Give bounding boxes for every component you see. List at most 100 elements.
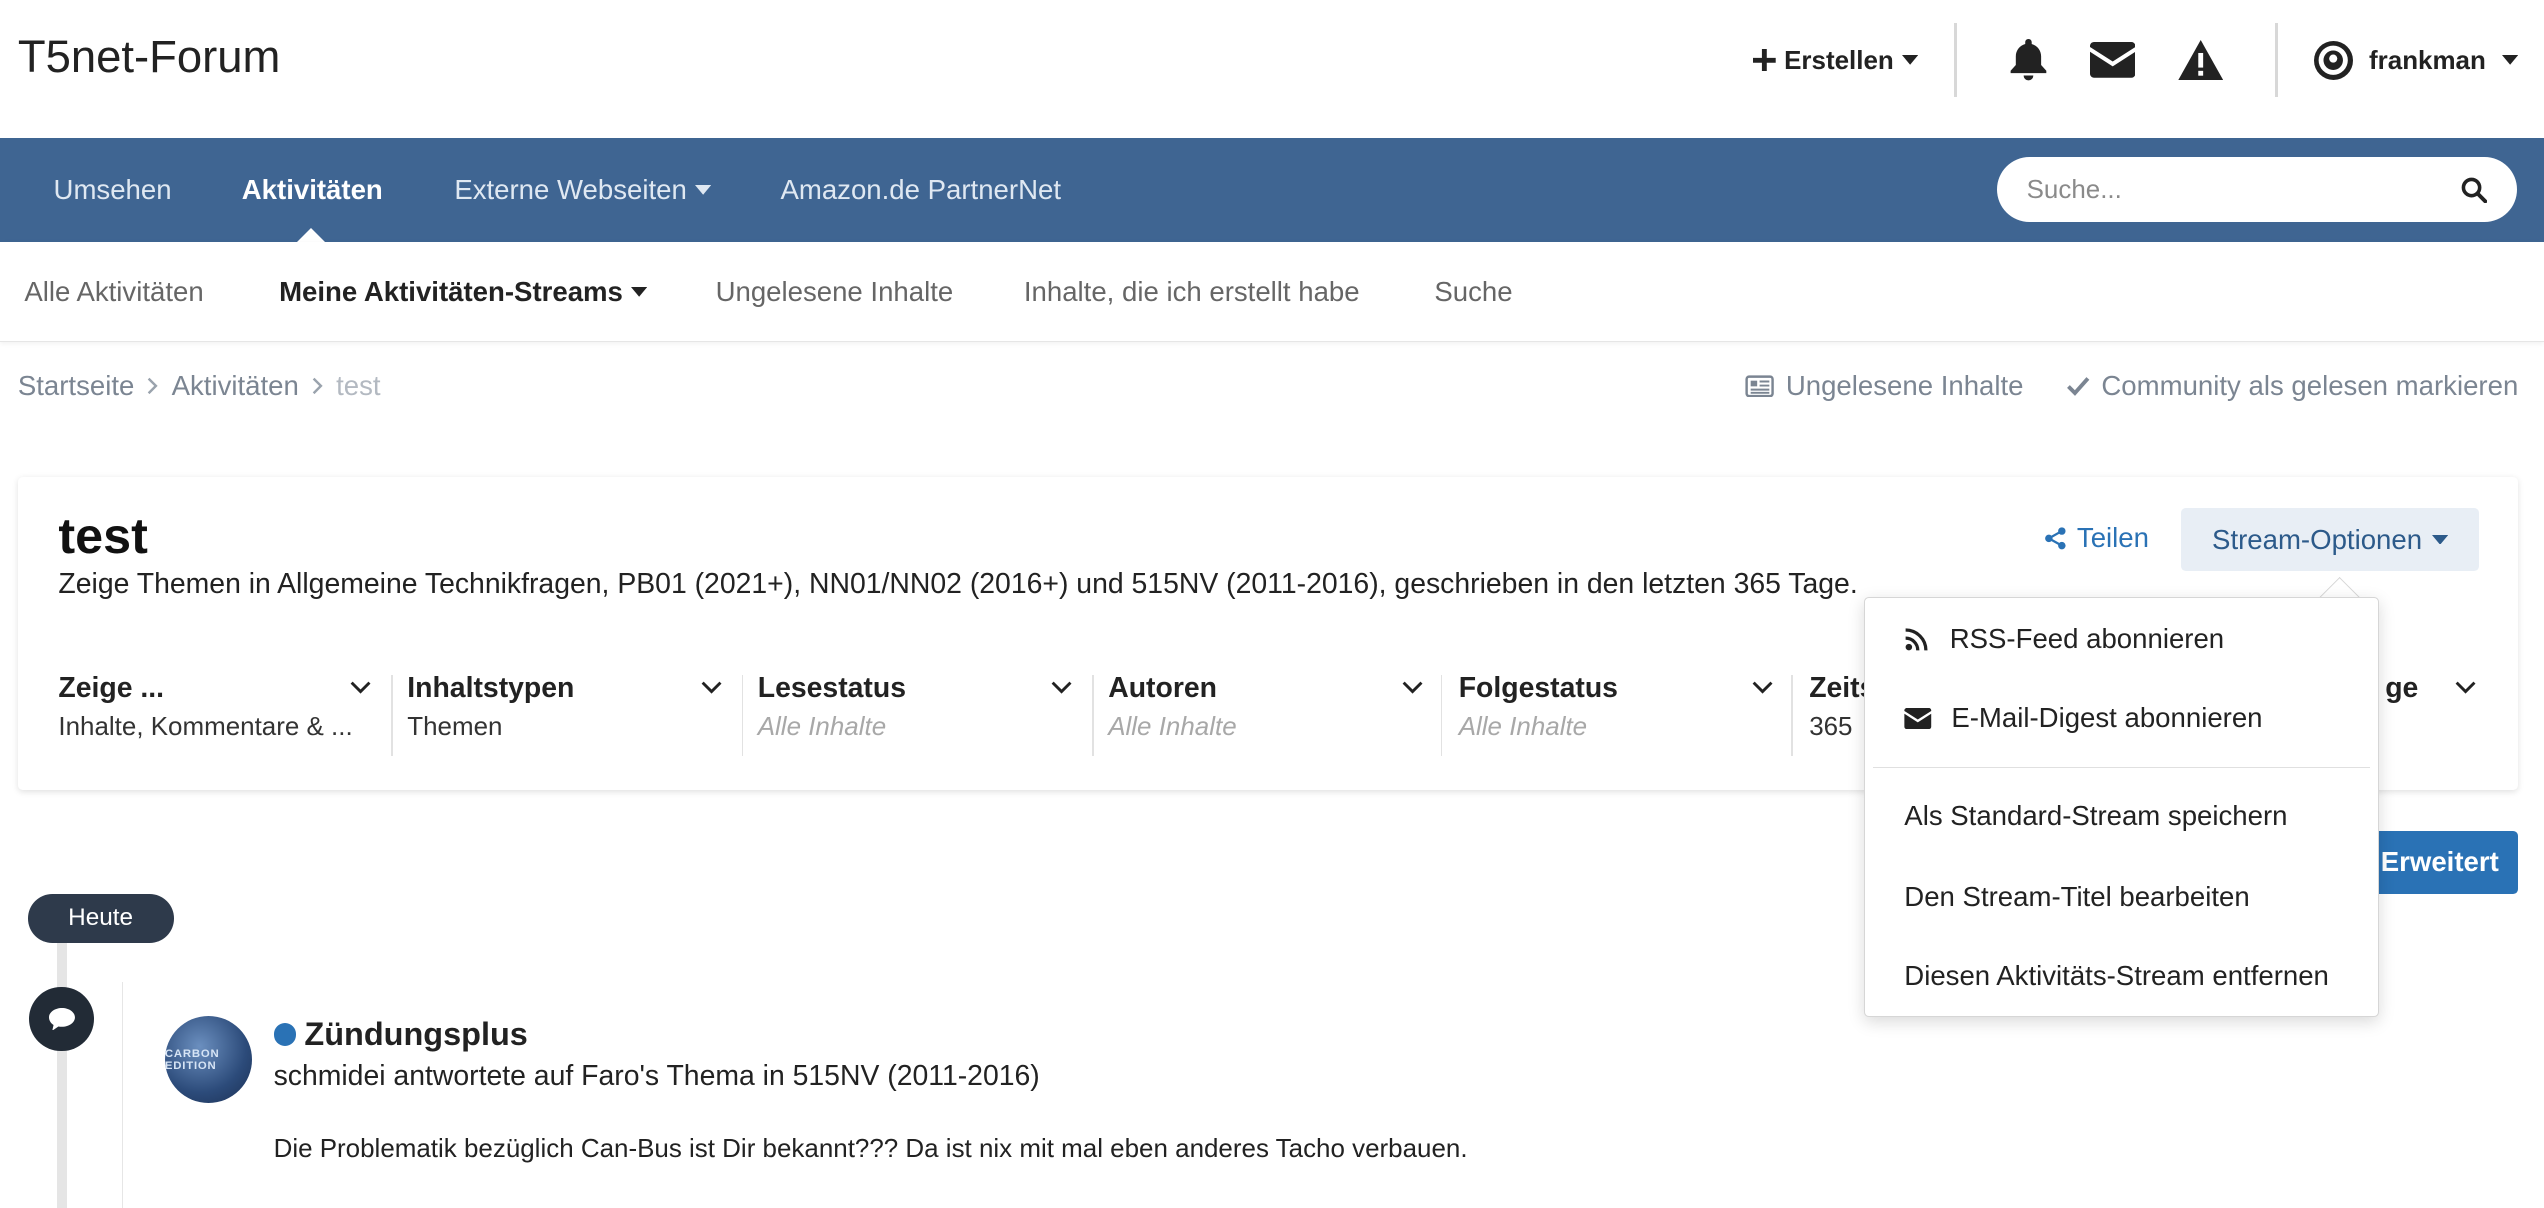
filter-folgestatus[interactable]: Folgestatus Alle Inhalte — [1418, 672, 1791, 756]
search-input[interactable] — [2026, 174, 2462, 206]
envelope-icon — [2090, 42, 2136, 78]
breadcrumb-item[interactable]: Aktivitäten — [172, 370, 299, 402]
stream-description: Zeige Themen in Allgemeine Technikfragen… — [58, 567, 1858, 600]
caret-down-icon — [1901, 55, 1919, 65]
nav-item-externe-webseiten[interactable]: Externe Webseiten — [454, 138, 712, 242]
rss-icon — [1905, 628, 1928, 651]
chevron-right-icon — [312, 377, 323, 395]
chevron-down-icon — [2455, 682, 2476, 695]
caret-down-icon — [2502, 55, 2519, 65]
filter-title: Folgestatus — [1458, 671, 1618, 704]
share-label: Teilen — [2076, 522, 2149, 554]
filter-title: ge — [2385, 671, 2419, 704]
activity-snippet: Die Problematik bezüglich Can-Bus ist Di… — [273, 1132, 1468, 1163]
caret-down-icon — [694, 184, 712, 195]
filter-value: Alle Inhalte — [1458, 711, 1588, 742]
newspaper-icon — [1745, 374, 1775, 397]
check-icon — [2066, 377, 2090, 396]
envelope-icon — [1904, 707, 1932, 729]
filter-autoren[interactable]: Autoren Alle Inhalte — [1068, 672, 1441, 756]
header-divider — [1953, 22, 1957, 98]
header-actions: Erstellen frankman — [1753, 0, 2519, 120]
subnav-item-label: Meine Aktivitäten-Streams — [279, 275, 623, 307]
stream-options-menu: RSS-Feed abonnieren E-Mail-Digest abonni… — [1864, 597, 2379, 1018]
breadcrumb-actions: Ungelesene Inhalte Community als gelesen… — [1745, 370, 2518, 402]
warning-icon — [2177, 39, 2224, 81]
nav-item-label: Externe Webseiten — [454, 173, 687, 205]
menu-item-delete-stream[interactable]: Diesen Aktivitäts-Stream entfernen — [1865, 944, 2379, 1009]
filter-title: Inhaltstypen — [407, 671, 575, 704]
sub-nav: Alle Aktivitäten Meine Aktivitäten-Strea… — [0, 241, 2544, 343]
avatar — [2313, 40, 2353, 80]
filter-value: Themen — [407, 711, 503, 742]
subnav-item-suche[interactable]: Suche — [1434, 242, 1512, 343]
subnav-item-ungelesene-inhalte[interactable]: Ungelesene Inhalte — [716, 242, 954, 343]
advanced-label: Erweitert — [2380, 846, 2499, 878]
author-avatar[interactable]: CARBON EDITION — [164, 1015, 253, 1104]
filter-inhaltstypen[interactable]: Inhaltstypen Themen — [367, 672, 740, 756]
site-header: T5net-Forum Erstellen frankman — [0, 0, 2544, 138]
bell-icon — [2010, 38, 2047, 81]
menu-item-save-default[interactable]: Als Standard-Stream speichern — [1865, 783, 2379, 848]
search-box — [1997, 157, 2517, 223]
nav-item-umsehen[interactable]: Umsehen — [54, 138, 172, 242]
warnings-button[interactable] — [2177, 39, 2224, 81]
username: frankman — [2369, 44, 2486, 75]
menu-divider — [1873, 766, 2370, 769]
filter-title: Zeige ... — [58, 671, 165, 704]
filter-zeige[interactable]: Zeige ... Inhalte, Kommentare & ... — [18, 672, 391, 756]
caret-down-icon — [631, 287, 648, 297]
avatar-text: CARBON EDITION — [164, 1047, 220, 1072]
filter-value: Alle Inhalte — [757, 711, 887, 742]
messages-button[interactable] — [2090, 42, 2136, 78]
unread-content-label: Ungelesene Inhalte — [1785, 369, 2024, 401]
filter-title: Autoren — [1108, 671, 1217, 704]
search-icon[interactable] — [2461, 177, 2488, 203]
stream-options-label: Stream-Optionen — [2212, 523, 2423, 555]
stream-options-button[interactable]: Stream-Optionen — [2180, 507, 2480, 572]
unread-indicator — [273, 1022, 297, 1046]
filter-value: Alle Inhalte — [1108, 711, 1237, 742]
today-badge: Heute — [27, 894, 174, 943]
menu-item-email-digest[interactable]: E-Mail-Digest abonnieren — [1865, 686, 2379, 751]
chevron-right-icon — [148, 377, 158, 395]
share-icon — [2045, 527, 2067, 550]
subnav-item-alle-aktivitaeten[interactable]: Alle Aktivitäten — [24, 242, 203, 343]
main-nav: Umsehen Aktivitäten Externe Webseiten Am… — [0, 137, 2544, 242]
site-logo[interactable]: T5net-Forum — [18, 31, 281, 83]
page-title: test — [58, 507, 148, 565]
user-menu[interactable]: frankman — [2313, 40, 2519, 80]
timeline-line — [56, 941, 67, 1208]
subnav-item-meine-inhalte[interactable]: Inhalte, die ich erstellt habe — [1024, 242, 1360, 343]
filter-lesestatus[interactable]: Lesestatus Alle Inhalte — [717, 672, 1090, 756]
plus-icon — [1753, 48, 1776, 72]
activity-title[interactable]: Zündungsplus — [273, 1015, 528, 1053]
header-divider — [2274, 22, 2279, 98]
comment-icon — [48, 1007, 75, 1031]
breadcrumb: Startseite Aktivitäten test — [18, 370, 381, 402]
timeline-marker — [29, 986, 95, 1052]
filter-title: Lesestatus — [757, 671, 906, 704]
create-button[interactable]: Erstellen — [1753, 44, 1919, 76]
nav-item-amazon[interactable]: Amazon.de PartnerNet — [780, 138, 1061, 242]
nav-item-aktivitaeten[interactable]: Aktivitäten — [242, 138, 383, 242]
caret-down-icon — [2431, 534, 2449, 545]
menu-item-label: RSS-Feed abonnieren — [1949, 622, 2225, 654]
menu-item-rss[interactable]: RSS-Feed abonnieren — [1865, 606, 2379, 671]
menu-item-label: E-Mail-Digest abonnieren — [1951, 702, 2263, 734]
unread-content-link[interactable]: Ungelesene Inhalte — [1745, 369, 2024, 402]
active-nav-indicator — [296, 228, 325, 242]
share-button[interactable]: Teilen — [2044, 522, 2149, 554]
user-avatar-icon — [2318, 45, 2348, 75]
mark-read-label: Community als gelesen markieren — [2101, 369, 2519, 401]
notifications-button[interactable] — [2009, 38, 2048, 81]
mark-read-link[interactable]: Community als gelesen markieren — [2066, 369, 2519, 402]
activity-title-text: Zündungsplus — [304, 1015, 528, 1052]
breadcrumb-item[interactable]: Startseite — [18, 370, 135, 402]
breadcrumb-current: test — [336, 369, 381, 401]
menu-item-edit-title[interactable]: Den Stream-Titel bearbeiten — [1865, 864, 2379, 929]
filter-value: Inhalte, Kommentare & ... — [58, 711, 353, 742]
create-label: Erstellen — [1784, 44, 1894, 75]
subnav-item-meine-streams[interactable]: Meine Aktivitäten-Streams — [279, 242, 648, 343]
activity-meta: schmidei antwortete auf Faro's Thema in … — [273, 1059, 1040, 1092]
